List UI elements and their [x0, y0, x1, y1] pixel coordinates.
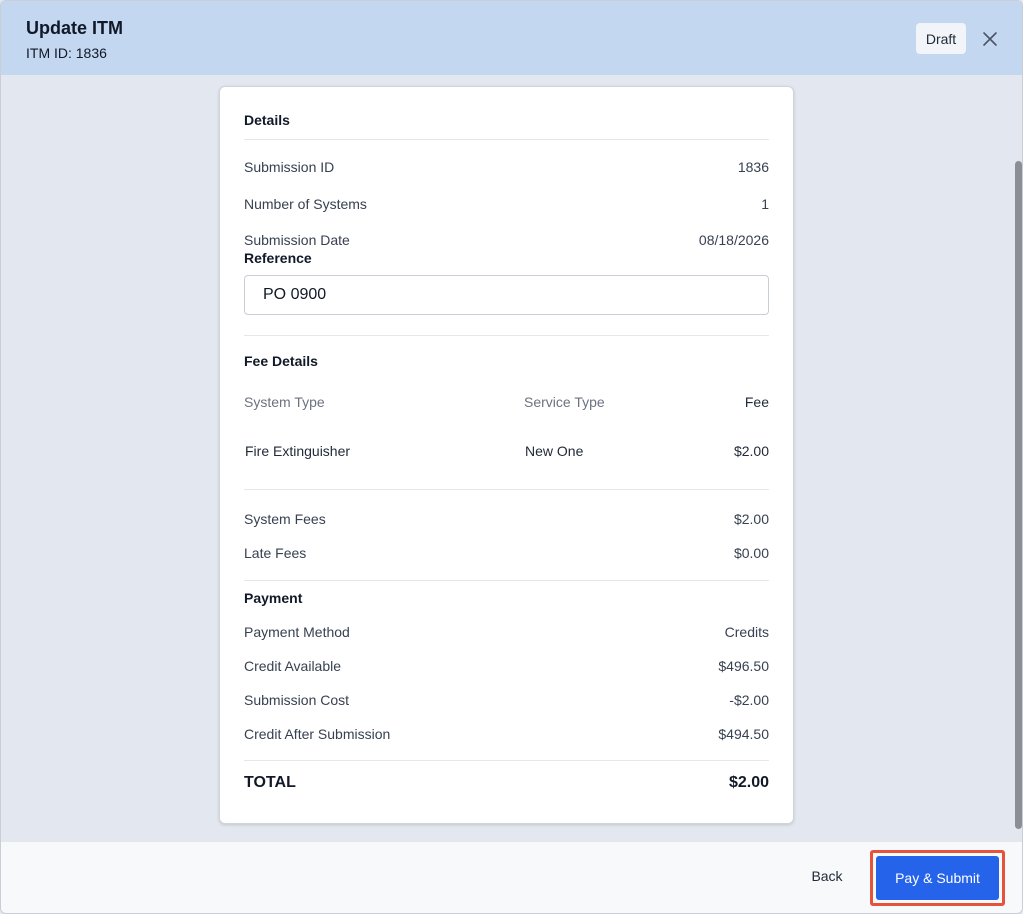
- late-fees-value: $0.00: [733, 545, 769, 561]
- system-fees-value: $2.00: [733, 511, 769, 527]
- num-systems-value: 1: [761, 196, 769, 212]
- fee-row-fee: $2.00: [733, 443, 769, 459]
- fee-row-system-type: Fire Extinguisher: [245, 443, 351, 459]
- credit-after-label: Credit After Submission: [244, 726, 391, 742]
- modal-title: Update ITM: [26, 18, 123, 38]
- payment-method-value: Credits: [724, 624, 769, 640]
- total-label: TOTAL: [244, 774, 296, 791]
- col-service-type: Service Type: [524, 394, 605, 410]
- num-systems-label: Number of Systems: [244, 196, 367, 212]
- credit-available-value: $496.50: [718, 658, 769, 674]
- close-button[interactable]: [980, 29, 1000, 49]
- total-value: $2.00: [728, 774, 769, 791]
- divider: [244, 580, 769, 581]
- late-fees-label: Late Fees: [244, 545, 307, 561]
- credit-available-label: Credit Available: [244, 658, 342, 674]
- system-fees-label: System Fees: [244, 511, 326, 527]
- fee-row-service-type: New One: [525, 443, 584, 459]
- summary-card: Details Submission ID 1836 Number of Sys…: [219, 86, 794, 824]
- submission-cost-value: -$2.00: [729, 692, 769, 708]
- modal-header: Update ITM ITM ID: 1836 Draft: [1, 1, 1022, 75]
- itm-id-subtitle: ITM ID: 1836: [26, 45, 107, 61]
- divider: [244, 335, 769, 336]
- scrollbar-thumb[interactable]: [1015, 161, 1022, 829]
- col-system-type: System Type: [244, 394, 325, 410]
- submission-id-label: Submission ID: [244, 159, 335, 175]
- submission-cost-label: Submission Cost: [244, 692, 350, 708]
- fee-details-section-title: Fee Details: [244, 353, 318, 369]
- submission-date-value: 08/18/2026: [698, 232, 769, 248]
- details-section-title: Details: [244, 112, 290, 128]
- credit-after-value: $494.50: [718, 726, 769, 742]
- update-itm-modal: Update ITM ITM ID: 1836 Draft Details Su…: [0, 0, 1023, 914]
- col-fee: Fee: [744, 394, 769, 410]
- pay-submit-button[interactable]: Pay & Submit: [876, 856, 999, 900]
- payment-method-label: Payment Method: [244, 624, 350, 640]
- divider: [244, 760, 769, 761]
- submission-date-label: Submission Date: [244, 232, 350, 248]
- close-icon: [983, 32, 997, 46]
- reference-input[interactable]: [244, 275, 769, 315]
- divider: [244, 139, 769, 140]
- submission-id-value: 1836: [737, 159, 769, 175]
- status-badge: Draft: [916, 23, 966, 54]
- divider: [244, 489, 769, 490]
- back-button[interactable]: Back: [801, 862, 853, 890]
- payment-section-title: Payment: [244, 590, 303, 606]
- reference-label: Reference: [244, 250, 312, 266]
